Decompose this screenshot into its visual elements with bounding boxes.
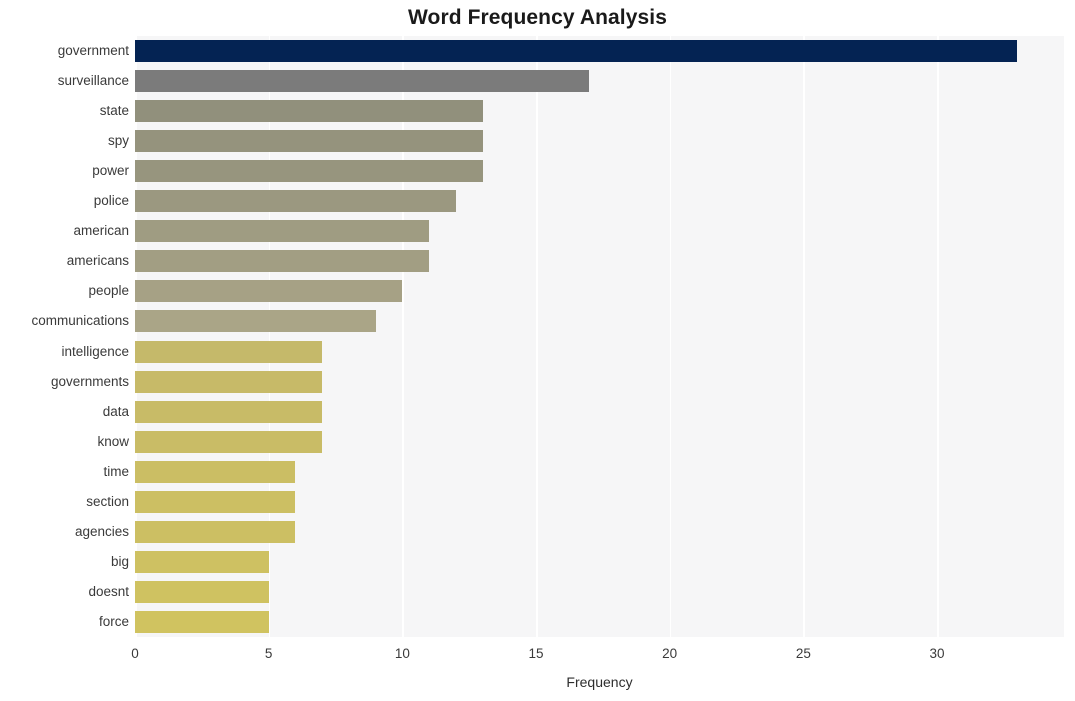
bar-big [135, 550, 269, 573]
bars-group [135, 36, 1064, 637]
x-axis-title: Frequency [566, 674, 633, 690]
y-tick-label-police: police [93, 193, 129, 209]
chart-title: Word Frequency Analysis [407, 6, 668, 29]
plot-area [135, 36, 1064, 637]
bar-state [135, 100, 483, 123]
x-tick-label-25: 25 [795, 646, 811, 661]
bar-intelligence [135, 340, 323, 363]
x-tick-label-5: 5 [264, 646, 273, 661]
bar-know [135, 430, 323, 453]
bar-data [135, 400, 323, 423]
bar-time [135, 460, 296, 483]
y-tick-label-intelligence: intelligence [61, 343, 129, 359]
bar-doesnt [135, 580, 269, 603]
y-axis-tick-labels: government surveillance state spy power polic… [0, 36, 129, 637]
bar-government [135, 40, 1018, 63]
bar-power [135, 160, 483, 183]
bar-american [135, 220, 430, 243]
bar-agencies [135, 520, 296, 543]
x-tick-label-0: 0 [131, 646, 139, 661]
x-tick-label-15: 15 [528, 646, 544, 661]
y-tick-label-section: section [86, 493, 129, 509]
x-axis-tick-labels: 0 5 10 15 20 25 30 [0, 637, 1075, 663]
y-tick-label-surveillance: surveillance [57, 73, 129, 89]
y-tick-label-big: big [110, 553, 129, 569]
y-tick-label-data: data [102, 403, 129, 419]
y-tick-label-power: power [92, 163, 129, 179]
bar-americans [135, 250, 430, 273]
y-tick-label-know: know [97, 433, 129, 449]
x-tick-label-10: 10 [394, 646, 410, 661]
bar-spy [135, 130, 483, 153]
y-tick-label-government: government [57, 43, 129, 59]
y-tick-label-time: time [103, 463, 129, 479]
x-tick-label-20: 20 [662, 646, 678, 661]
word-frequency-bar-chart: Word Frequency Analysis government survei… [0, 0, 1075, 701]
y-tick-label-americans: americans [66, 253, 129, 269]
y-tick-label-american: american [73, 223, 129, 239]
bar-communications [135, 310, 376, 333]
bar-governments [135, 370, 323, 393]
x-tick-label-30: 30 [929, 646, 945, 661]
y-tick-label-agencies: agencies [74, 523, 129, 539]
bar-force [135, 610, 269, 633]
bar-surveillance [135, 70, 590, 93]
bar-police [135, 190, 456, 213]
y-tick-label-communications: communications [31, 313, 129, 329]
y-tick-label-doesnt: doesnt [88, 583, 129, 599]
bar-section [135, 490, 296, 513]
y-tick-label-force: force [98, 613, 129, 629]
y-tick-label-spy: spy [107, 133, 129, 149]
y-tick-label-governments: governments [50, 373, 129, 389]
bar-people [135, 280, 403, 303]
y-tick-label-state: state [99, 103, 129, 119]
y-tick-label-people: people [88, 283, 129, 299]
